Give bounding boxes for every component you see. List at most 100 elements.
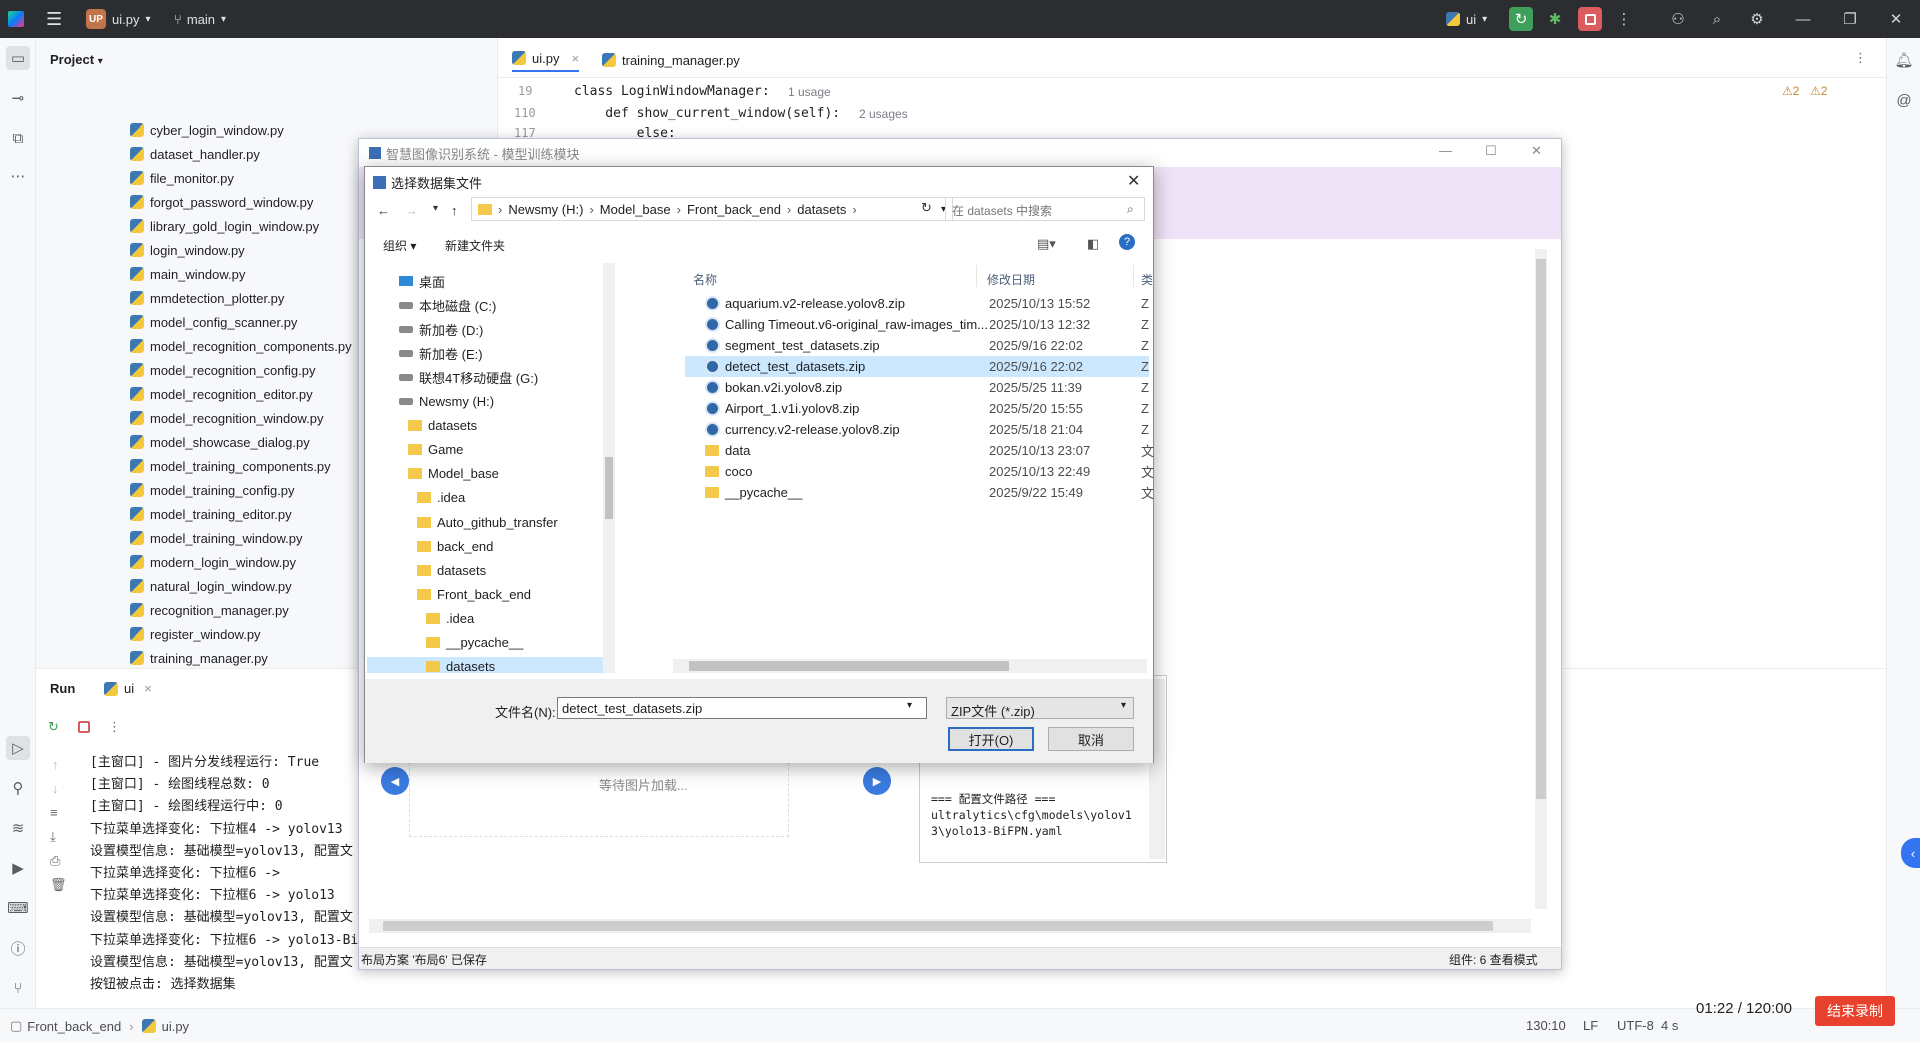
tree-item[interactable]: back_end xyxy=(417,536,493,556)
cancel-button[interactable]: 取消 xyxy=(1048,727,1134,751)
notifications-icon[interactable]: 🔔︎ xyxy=(1892,48,1916,72)
tree-item[interactable]: Auto_github_transfer xyxy=(417,512,558,532)
recent-locations-icon[interactable]: ▾ xyxy=(433,203,438,214)
project-selector[interactable]: UP ui.py ▾ xyxy=(86,0,151,38)
close-icon[interactable]: ✕ xyxy=(1884,7,1908,31)
path-segment[interactable]: datasets xyxy=(797,202,846,217)
code-line[interactable]: class LoginWindowManager: xyxy=(574,84,770,99)
layers-icon[interactable]: ≋ xyxy=(6,816,30,840)
rerun-icon[interactable]: ↻ xyxy=(48,719,59,735)
refresh-icon[interactable]: ↻ xyxy=(921,200,932,216)
scroll-to-end-icon[interactable]: ⤓ xyxy=(50,829,56,845)
app-logo-icon[interactable] xyxy=(8,0,24,38)
file-row[interactable]: aquarium.v2-release.yolov8.zip 2025/10/13… xyxy=(685,293,1149,314)
filename-input[interactable]: detect_test_datasets.zip xyxy=(557,697,927,719)
file-row[interactable]: data 2025/10/13 23:07 文 xyxy=(685,440,1154,461)
tree-item[interactable]: Front_back_end xyxy=(417,584,531,604)
project-file-item[interactable]: forgot_password_window.py xyxy=(130,191,313,213)
tree-item[interactable]: 新加卷 (D:) xyxy=(399,319,483,339)
file-row[interactable]: Calling Timeout.v6-original_raw-images_t… xyxy=(685,314,1149,335)
project-file-item[interactable]: model_showcase_dialog.py xyxy=(130,431,310,453)
project-file-item[interactable]: model_training_config.py xyxy=(130,479,295,501)
forward-icon[interactable]: → xyxy=(405,203,418,218)
back-icon[interactable]: ← xyxy=(377,203,390,218)
tab-ui-py[interactable]: ui.py × xyxy=(512,48,580,72)
problems-icon[interactable]: ⓘ xyxy=(6,936,30,960)
git-icon[interactable]: ⑂ xyxy=(6,976,30,1000)
tree-item[interactable]: Game xyxy=(408,440,463,460)
organize-menu[interactable]: 组织 ▾ xyxy=(383,237,416,254)
maximize-icon[interactable]: ☐ xyxy=(1485,143,1497,159)
breadcrumb-file[interactable]: ui.py xyxy=(162,1019,189,1034)
file-row[interactable]: detect_test_datasets.zip 2025/9/16 22:02 Z xyxy=(685,356,1149,377)
file-row[interactable]: segment_test_datasets.zip 2025/9/16 22:02… xyxy=(685,335,1149,356)
help-icon[interactable]: ? xyxy=(1119,234,1135,250)
services-icon[interactable]: ▶ xyxy=(6,856,30,880)
tree-item[interactable]: 联想4T移动硬盘 (G:) xyxy=(399,367,538,387)
project-panel-title[interactable]: Project ▾ xyxy=(50,52,103,67)
up-icon[interactable]: ↑ xyxy=(451,203,458,218)
view-options-icon[interactable]: ▤▾ xyxy=(1037,236,1056,252)
stop-icon[interactable] xyxy=(1578,7,1602,31)
project-file-item[interactable]: login_window.py xyxy=(130,239,245,261)
file-encoding[interactable]: UTF-8 xyxy=(1617,1018,1654,1033)
ai-assistant-icon[interactable]: @ xyxy=(1892,88,1916,112)
tree-item[interactable]: .idea xyxy=(417,488,465,508)
project-file-item[interactable]: model_recognition_window.py xyxy=(130,407,323,429)
column-divider[interactable] xyxy=(1133,265,1134,287)
column-header-type[interactable]: 类 xyxy=(1141,271,1153,288)
scroll-thumb[interactable] xyxy=(605,457,613,519)
project-file-item[interactable]: model_training_window.py xyxy=(130,527,302,549)
restore-icon[interactable]: ❐ xyxy=(1838,7,1862,31)
tree-item[interactable]: datasets xyxy=(417,560,486,580)
chevron-left-icon[interactable]: ‹ xyxy=(1901,838,1920,868)
project-file-item[interactable]: training_manager.py xyxy=(130,647,268,669)
tree-item[interactable]: 桌面 xyxy=(399,271,445,291)
new-folder-button[interactable]: 新建文件夹 xyxy=(445,237,505,254)
scroll-thumb[interactable] xyxy=(1536,259,1546,799)
project-file-item[interactable]: cyber_login_window.py xyxy=(130,119,284,141)
stop-recording-button[interactable]: 结束录制 xyxy=(1815,996,1895,1026)
run-panel-title[interactable]: Run xyxy=(50,681,75,696)
structure-icon[interactable]: ⧉ xyxy=(6,126,30,150)
main-menu-icon[interactable]: ☰ xyxy=(46,0,62,38)
scroll-thumb[interactable] xyxy=(383,921,1493,931)
weak-warnings-counter[interactable]: ⚠2 xyxy=(1810,84,1827,98)
breadcrumb-root[interactable]: Front_back_end xyxy=(27,1019,121,1034)
branch-selector[interactable]: ⑂ main ▾ xyxy=(174,0,226,38)
project-file-item[interactable]: model_training_editor.py xyxy=(130,503,292,525)
tree-item[interactable]: 新加卷 (E:) xyxy=(399,343,483,363)
project-file-item[interactable]: recognition_manager.py xyxy=(130,599,289,621)
project-file-item[interactable]: file_monitor.py xyxy=(130,167,234,189)
project-file-item[interactable]: mmdetection_plotter.py xyxy=(130,287,284,309)
search-icon[interactable]: ⌕ xyxy=(1705,7,1729,31)
close-tab-icon[interactable]: × xyxy=(571,51,579,66)
indent-setting[interactable]: 4 s xyxy=(1661,1018,1678,1033)
tree-item[interactable]: Newsmy (H:) xyxy=(399,392,494,412)
run-config-selector[interactable]: ui ▾ xyxy=(1446,0,1487,38)
usage-hint[interactable]: 1 usage xyxy=(788,85,831,99)
clear-icon[interactable]: 🗑︎ xyxy=(50,877,67,893)
project-file-item[interactable]: main_window.py xyxy=(130,263,245,285)
print-icon[interactable]: ⎙ xyxy=(50,853,60,869)
project-file-item[interactable]: natural_login_window.py xyxy=(130,575,292,597)
column-divider[interactable] xyxy=(976,265,977,287)
project-file-item[interactable]: model_config_scanner.py xyxy=(130,311,297,333)
file-row[interactable]: coco 2025/10/13 22:49 文 xyxy=(685,461,1154,482)
warnings-counter[interactable]: ⚠2 xyxy=(1782,84,1799,98)
tree-item[interactable]: __pycache__ xyxy=(426,633,523,653)
scroll-thumb[interactable] xyxy=(689,661,1009,671)
more-tools-icon[interactable]: ⋯ xyxy=(6,164,30,188)
chevron-down-icon[interactable]: ▾ xyxy=(1121,700,1126,711)
path-segment[interactable]: Model_base xyxy=(600,202,671,217)
project-file-item[interactable]: model_training_components.py xyxy=(130,455,331,477)
next-image-button[interactable]: ▶ xyxy=(863,767,891,795)
more-icon[interactable]: ⋮ xyxy=(108,719,121,735)
tree-item[interactable]: datasets xyxy=(367,656,603,673)
run-icon[interactable]: ▷ xyxy=(6,736,30,760)
more-actions-icon[interactable]: ⋮ xyxy=(1612,7,1636,31)
column-header-date[interactable]: 修改日期 xyxy=(987,271,1035,288)
close-icon[interactable]: ✕ xyxy=(1127,171,1140,191)
file-row[interactable]: Airport_1.v1i.yolov8.zip 2025/5/20 15:55 Z xyxy=(685,398,1149,419)
code-line[interactable]: def show_current_window(self): xyxy=(574,106,840,121)
